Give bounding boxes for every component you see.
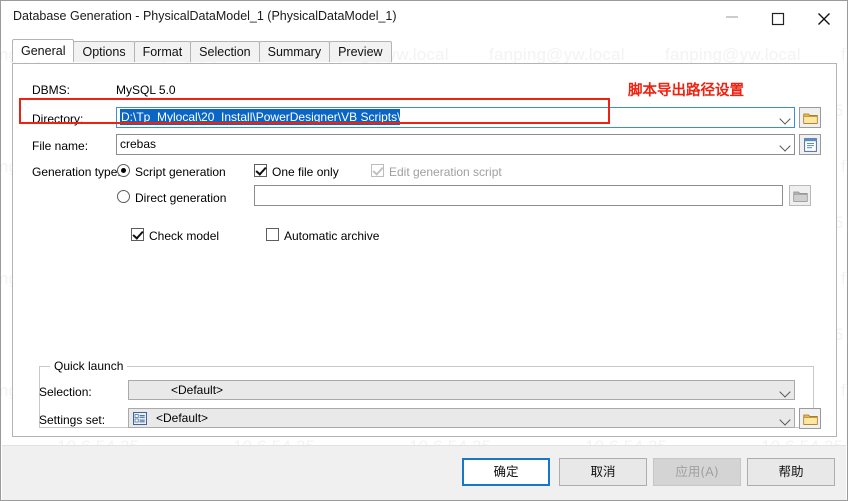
dialog-button-bar: 确定 取消 应用(A) 帮助 bbox=[2, 445, 846, 500]
directory-dropdown-arrow[interactable] bbox=[777, 108, 794, 127]
direct-generation-input[interactable] bbox=[254, 185, 783, 206]
close-button[interactable] bbox=[801, 1, 847, 32]
filename-input[interactable]: crebas bbox=[116, 134, 795, 155]
watermark-text: fanping@yw.local bbox=[665, 45, 801, 64]
checkbox-one-file-only[interactable] bbox=[254, 164, 267, 177]
ok-button[interactable]: 确定 bbox=[462, 458, 550, 486]
folder-icon bbox=[803, 414, 818, 425]
directory-browse-button[interactable] bbox=[799, 107, 821, 128]
document-icon bbox=[804, 138, 817, 152]
directory-input[interactable]: D:\Tp_Mylocal\20_Install\PowerDesigner\V… bbox=[116, 107, 795, 128]
generation-type-label: Generation type: bbox=[32, 165, 121, 179]
direct-generation-label[interactable]: Direct generation bbox=[135, 191, 226, 205]
radio-direct-generation[interactable] bbox=[117, 190, 130, 203]
settings-set-label: Settings set: bbox=[39, 413, 106, 427]
text-caret bbox=[400, 110, 402, 123]
settings-set-browse-button[interactable] bbox=[799, 408, 821, 429]
settings-set-dropdown-arrow[interactable] bbox=[777, 409, 794, 428]
watermark-text: fanping@yw.local bbox=[841, 381, 847, 400]
cancel-button[interactable]: 取消 bbox=[559, 458, 647, 486]
directory-label: Directory: bbox=[32, 112, 84, 126]
script-generation-label[interactable]: Script generation bbox=[135, 165, 226, 179]
maximize-button[interactable] bbox=[755, 1, 801, 32]
apply-button: 应用(A) bbox=[653, 458, 741, 486]
directory-input-value: D:\Tp_Mylocal\20_Install\PowerDesigner\V… bbox=[120, 109, 401, 125]
tab-preview[interactable]: Preview bbox=[329, 41, 392, 62]
general-tab-panel: DBMS: MySQL 5.0 Directory: D:\Tp_Mylocal… bbox=[12, 63, 837, 437]
dbms-value: MySQL 5.0 bbox=[116, 83, 176, 97]
tab-selection[interactable]: Selection bbox=[190, 41, 260, 62]
settings-set-value: <Default> bbox=[156, 411, 209, 425]
folder-icon-disabled bbox=[793, 191, 808, 202]
checkbox-check-model[interactable] bbox=[131, 228, 144, 241]
close-icon bbox=[818, 13, 830, 25]
dbms-label: DBMS: bbox=[32, 83, 71, 97]
selection-value-field[interactable]: <Default> bbox=[128, 380, 795, 400]
database-generation-dialog: 10.6.54.2510.6.54.2510.6.54.2510.6.54.25… bbox=[0, 0, 848, 501]
tab-summary[interactable]: Summary bbox=[258, 41, 331, 62]
filename-input-value: crebas bbox=[120, 137, 157, 151]
tab-options[interactable]: Options bbox=[73, 41, 135, 62]
watermark-text: fanping@yw.local bbox=[841, 157, 847, 176]
tab-bar[interactable]: General Options Format Selection Summary… bbox=[12, 39, 392, 64]
title-bar: Database Generation - PhysicalDataModel_… bbox=[1, 1, 847, 33]
selection-label: Selection: bbox=[39, 385, 92, 399]
tab-format[interactable]: Format bbox=[133, 41, 192, 62]
maximize-icon bbox=[771, 12, 785, 26]
help-button[interactable]: 帮助 bbox=[747, 458, 835, 486]
window-title: Database Generation - PhysicalDataModel_… bbox=[13, 9, 397, 23]
folder-icon bbox=[803, 113, 818, 124]
selection-value: <Default> bbox=[171, 383, 224, 397]
radio-script-generation[interactable] bbox=[117, 164, 130, 177]
selection-dropdown-arrow[interactable] bbox=[777, 381, 794, 400]
filename-label: File name: bbox=[32, 139, 89, 153]
minimize-button[interactable] bbox=[709, 1, 755, 32]
list-icon bbox=[133, 412, 147, 425]
checkbox-edit-generation-script bbox=[371, 164, 384, 177]
settings-set-value-field[interactable]: <Default> bbox=[128, 408, 795, 428]
check-model-label[interactable]: Check model bbox=[149, 229, 219, 243]
minimize-icon bbox=[726, 16, 738, 18]
one-file-only-label[interactable]: One file only bbox=[272, 165, 339, 179]
checkbox-automatic-archive[interactable] bbox=[266, 228, 279, 241]
watermark-text: fanping@yw.local bbox=[841, 45, 847, 64]
annotation-text: 脚本导出路径设置 bbox=[628, 83, 744, 99]
watermark-text: fanping@yw.local bbox=[489, 45, 625, 64]
tab-general[interactable]: General bbox=[12, 39, 75, 62]
filename-browse-button[interactable] bbox=[799, 134, 821, 155]
direct-generation-browse-button bbox=[789, 185, 811, 206]
quick-launch-title: Quick launch bbox=[50, 359, 128, 373]
automatic-archive-label[interactable]: Automatic archive bbox=[284, 229, 379, 243]
watermark-text: fanping@yw.local bbox=[841, 269, 847, 288]
edit-generation-script-label: Edit generation script bbox=[389, 165, 502, 179]
filename-dropdown-arrow[interactable] bbox=[777, 135, 794, 154]
